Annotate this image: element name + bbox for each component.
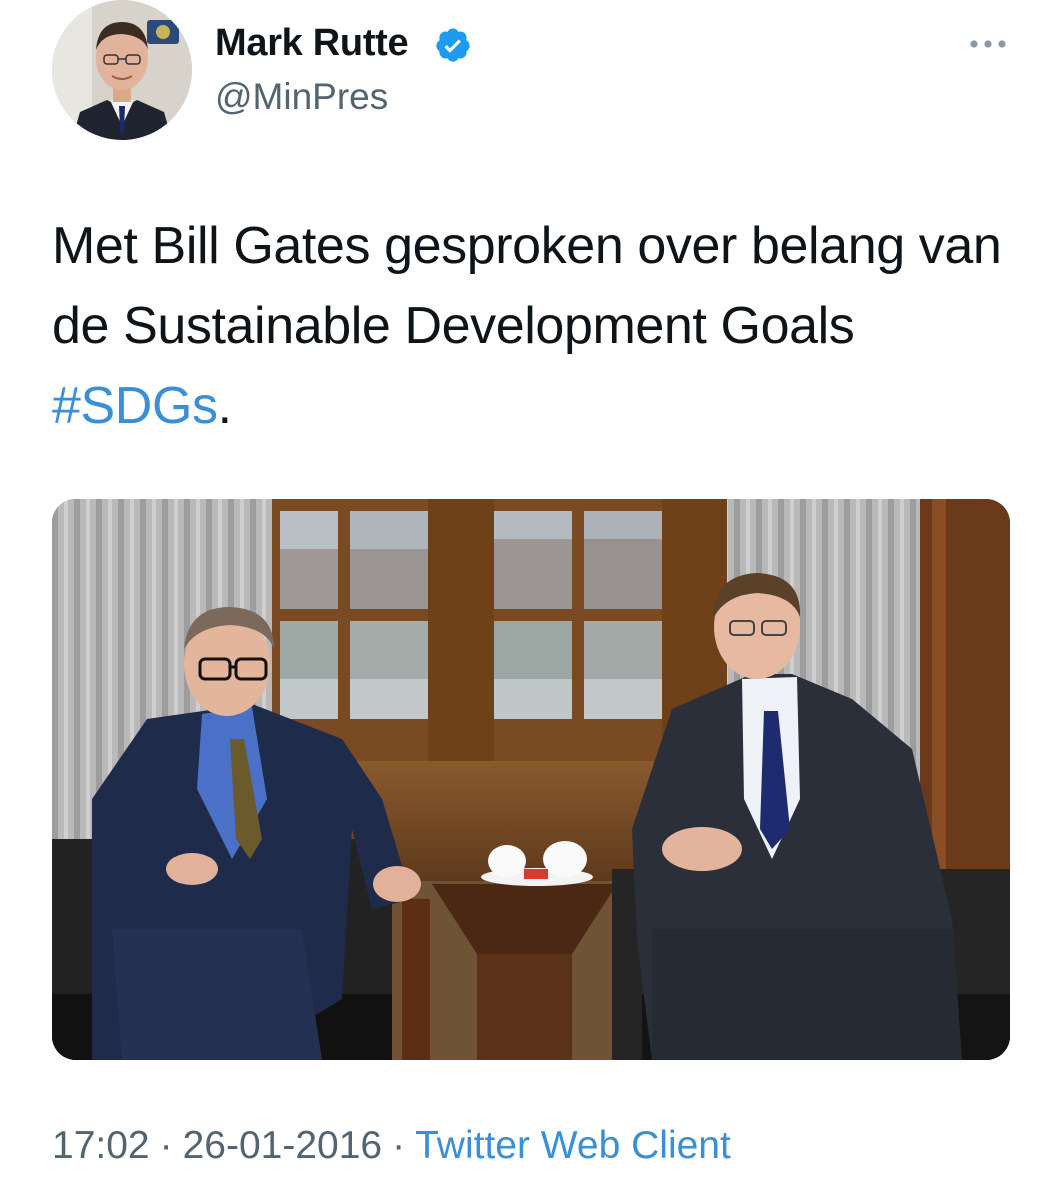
tweet-photo[interactable] [52, 499, 1010, 1060]
author-handle[interactable]: @MinPres [215, 76, 388, 118]
tweet-text: Met Bill Gates gesproken over belang van… [52, 206, 1012, 446]
tweet-meta: 17:02 · 26-01-2016 · Twitter Web Client [52, 1124, 731, 1168]
avatar[interactable] [52, 0, 192, 140]
meta-separator: · [392, 1124, 406, 1167]
more-options-icon[interactable] [968, 34, 1008, 54]
tweet-source-link[interactable]: Twitter Web Client [415, 1124, 731, 1167]
tweet-card: Mark Rutte @MinPres Met Bill Gates gespr… [0, 0, 1055, 1200]
verified-badge-icon [434, 26, 472, 64]
tweet-text-end: . [217, 377, 232, 435]
hashtag-link[interactable]: #SDGs [52, 377, 218, 435]
tweet-time[interactable]: 17:02 [52, 1124, 150, 1167]
tweet-text-body: Met Bill Gates gesproken over belang van… [52, 217, 1002, 355]
author-name[interactable]: Mark Rutte [215, 22, 409, 65]
meta-separator: · [159, 1124, 173, 1167]
tweet-date[interactable]: 26-01-2016 [183, 1124, 383, 1167]
